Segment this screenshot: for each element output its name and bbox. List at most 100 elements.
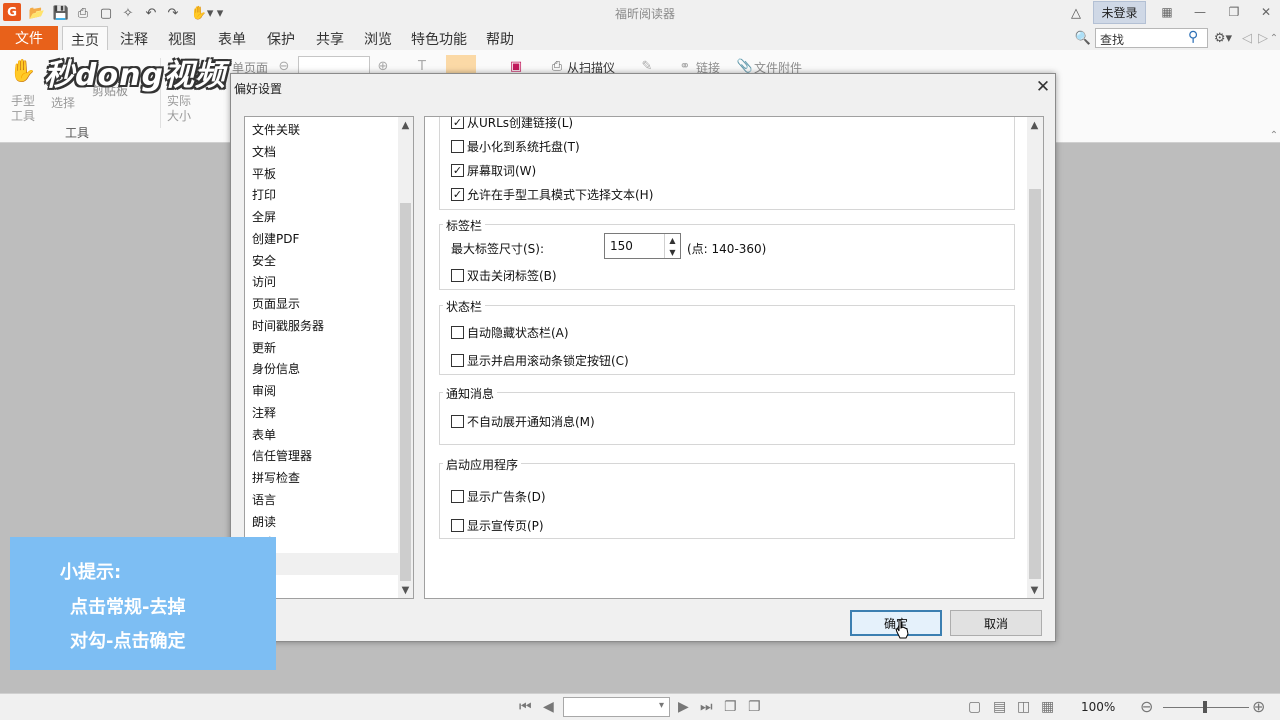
checkbox-icon[interactable] [451, 269, 464, 282]
restore-icon[interactable]: ❐ [1223, 3, 1245, 21]
option-select-text-hand-tool[interactable]: ✓ 允许在手型工具模式下选择文本(H) [451, 186, 653, 203]
max-tab-size-value[interactable]: 150 [610, 239, 633, 253]
skin-icon[interactable]: △ [1066, 4, 1086, 22]
continuous-facing-view-icon[interactable]: ▦ [1041, 699, 1054, 715]
minimize-icon[interactable]: — [1189, 3, 1211, 21]
scroll-thumb[interactable] [1029, 189, 1041, 579]
new-document-icon[interactable]: ✧ [118, 4, 138, 22]
select-tool-label[interactable]: 选择 [50, 94, 76, 111]
print-icon[interactable]: ⎙ [73, 4, 93, 22]
option-screen-word-capture[interactable]: ✓ 屏幕取词(W) [451, 162, 536, 179]
layout-icon[interactable]: ▦ [1156, 3, 1178, 21]
option-double-click-close-tab[interactable]: 双击关闭标签(B) [451, 267, 557, 284]
actual-size-label[interactable]: 实际 大小 [166, 94, 192, 124]
scroll-up-icon[interactable]: ▲ [398, 117, 413, 133]
category-item[interactable]: 更新 [252, 339, 276, 356]
tab-help[interactable]: 帮助 [486, 29, 514, 49]
checkbox-icon[interactable] [451, 490, 464, 503]
checkbox-checked-icon[interactable]: ✓ [451, 188, 464, 201]
category-item[interactable]: 语言 [252, 491, 276, 508]
checkbox-icon[interactable] [451, 326, 464, 339]
login-button[interactable]: 未登录 [1093, 1, 1146, 24]
last-page-icon[interactable]: ⏭ [700, 699, 713, 715]
tab-browse[interactable]: 浏览 [364, 29, 392, 49]
option-create-links-from-urls[interactable]: ✓ 从URLs创建链接(L) [451, 117, 573, 131]
scan-icon[interactable]: ▢ [96, 4, 116, 22]
cancel-button[interactable]: 取消 [950, 610, 1042, 636]
zoom-slider-thumb[interactable] [1203, 701, 1207, 713]
save-icon[interactable]: 💾 [51, 4, 71, 22]
hand-tool-label[interactable]: 手型 工具 [8, 94, 38, 124]
checkbox-icon[interactable] [451, 519, 464, 532]
option-scroll-lock-button[interactable]: 显示并启用滚动条锁定按钮(C) [451, 352, 629, 369]
category-item[interactable]: 打印 [252, 186, 276, 203]
category-item[interactable]: 访问 [252, 273, 276, 290]
category-item[interactable]: 文件关联 [252, 121, 300, 138]
page-number-input[interactable] [563, 697, 670, 717]
previous-result-icon[interactable]: ◁ [1240, 29, 1254, 47]
search-docs-icon[interactable]: 🔍 [1073, 29, 1093, 47]
category-item[interactable]: 页面显示 [252, 295, 300, 312]
category-item[interactable]: 创建PDF [252, 230, 299, 247]
next-view-icon[interactable]: ❐ [748, 699, 761, 715]
close-window-icon[interactable]: ✕ [1255, 3, 1277, 21]
previous-page-icon[interactable]: ◀ [543, 699, 554, 715]
page-dropdown-icon[interactable]: ▾ [659, 700, 664, 711]
checkbox-icon[interactable] [451, 415, 464, 428]
category-scrollbar[interactable]: ▲ ▼ [398, 117, 413, 598]
open-folder-icon[interactable]: 📂 [27, 4, 47, 22]
checkbox-icon[interactable] [451, 140, 464, 153]
tab-comment[interactable]: 注释 [120, 29, 148, 49]
category-item[interactable]: 全屏 [252, 208, 276, 225]
scroll-up-icon[interactable]: ▲ [1027, 117, 1042, 133]
option-show-promo-page[interactable]: 显示宣传页(P) [451, 517, 544, 534]
zoom-out-icon[interactable]: ⊖ [1140, 697, 1153, 716]
collapse-ribbon-icon[interactable]: ⌃ [1268, 29, 1280, 47]
file-menu-tab[interactable]: 文件 [0, 26, 58, 50]
category-item[interactable]: 时间戳服务器 [252, 317, 324, 334]
previous-view-icon[interactable]: ❐ [724, 699, 737, 715]
hand-tool-icon[interactable]: ✋ [9, 58, 36, 84]
category-item[interactable]: 平板 [252, 165, 276, 182]
tab-view[interactable]: 视图 [168, 29, 196, 49]
category-item[interactable]: 表单 [252, 426, 276, 443]
scroll-thumb[interactable] [400, 203, 411, 581]
category-item[interactable]: 身份信息 [252, 360, 300, 377]
tab-form[interactable]: 表单 [218, 29, 246, 49]
category-item[interactable]: 文档 [252, 143, 276, 160]
category-item[interactable]: 安全 [252, 252, 276, 269]
hand-tool-dropdown-icon[interactable]: ✋▾ [187, 4, 217, 22]
category-item[interactable]: 朗读 [252, 513, 276, 530]
single-page-view-icon[interactable]: ▢ [968, 699, 981, 715]
scroll-down-icon[interactable]: ▼ [1027, 582, 1042, 598]
first-page-icon[interactable]: ⏮ [519, 699, 532, 715]
tab-protect[interactable]: 保护 [267, 29, 295, 49]
dialog-close-icon[interactable]: ✕ [1034, 77, 1052, 97]
category-item[interactable]: 拼写检查 [252, 469, 300, 486]
checkbox-checked-icon[interactable]: ✓ [451, 164, 464, 177]
option-no-auto-expand-notifications[interactable]: 不自动展开通知消息(M) [451, 413, 595, 430]
stepper-up-icon[interactable]: ▲ [665, 234, 680, 246]
category-item[interactable]: 审阅 [252, 382, 276, 399]
continuous-view-icon[interactable]: ▤ [993, 699, 1006, 715]
tab-share[interactable]: 共享 [316, 29, 344, 49]
undo-icon[interactable]: ↶ [141, 4, 161, 22]
customize-toolbar-icon[interactable]: ▾ [214, 4, 226, 22]
option-minimize-to-tray[interactable]: 最小化到系统托盘(T) [451, 138, 580, 155]
options-scrollbar[interactable]: ▲ ▼ [1027, 117, 1043, 598]
checkbox-icon[interactable] [451, 354, 464, 367]
settings-gear-icon[interactable]: ⚙▾ [1208, 29, 1238, 47]
facing-view-icon[interactable]: ◫ [1017, 699, 1030, 715]
search-icon[interactable]: ⚲ [1188, 29, 1198, 45]
checkbox-checked-icon[interactable]: ✓ [451, 117, 464, 129]
next-page-icon[interactable]: ▶ [678, 699, 689, 715]
zoom-in-icon[interactable]: ⊕ [1252, 697, 1265, 716]
max-tab-size-stepper[interactable]: 150 ▲ ▼ [604, 233, 681, 259]
category-item[interactable]: 注释 [252, 404, 276, 421]
tab-home[interactable]: 主页 [62, 26, 108, 51]
redo-icon[interactable]: ↷ [163, 4, 183, 22]
tab-special-features[interactable]: 特色功能 [411, 29, 467, 49]
option-auto-hide-status-bar[interactable]: 自动隐藏状态栏(A) [451, 324, 569, 341]
stepper-down-icon[interactable]: ▼ [665, 246, 680, 258]
category-item[interactable]: 信任管理器 [252, 447, 312, 464]
